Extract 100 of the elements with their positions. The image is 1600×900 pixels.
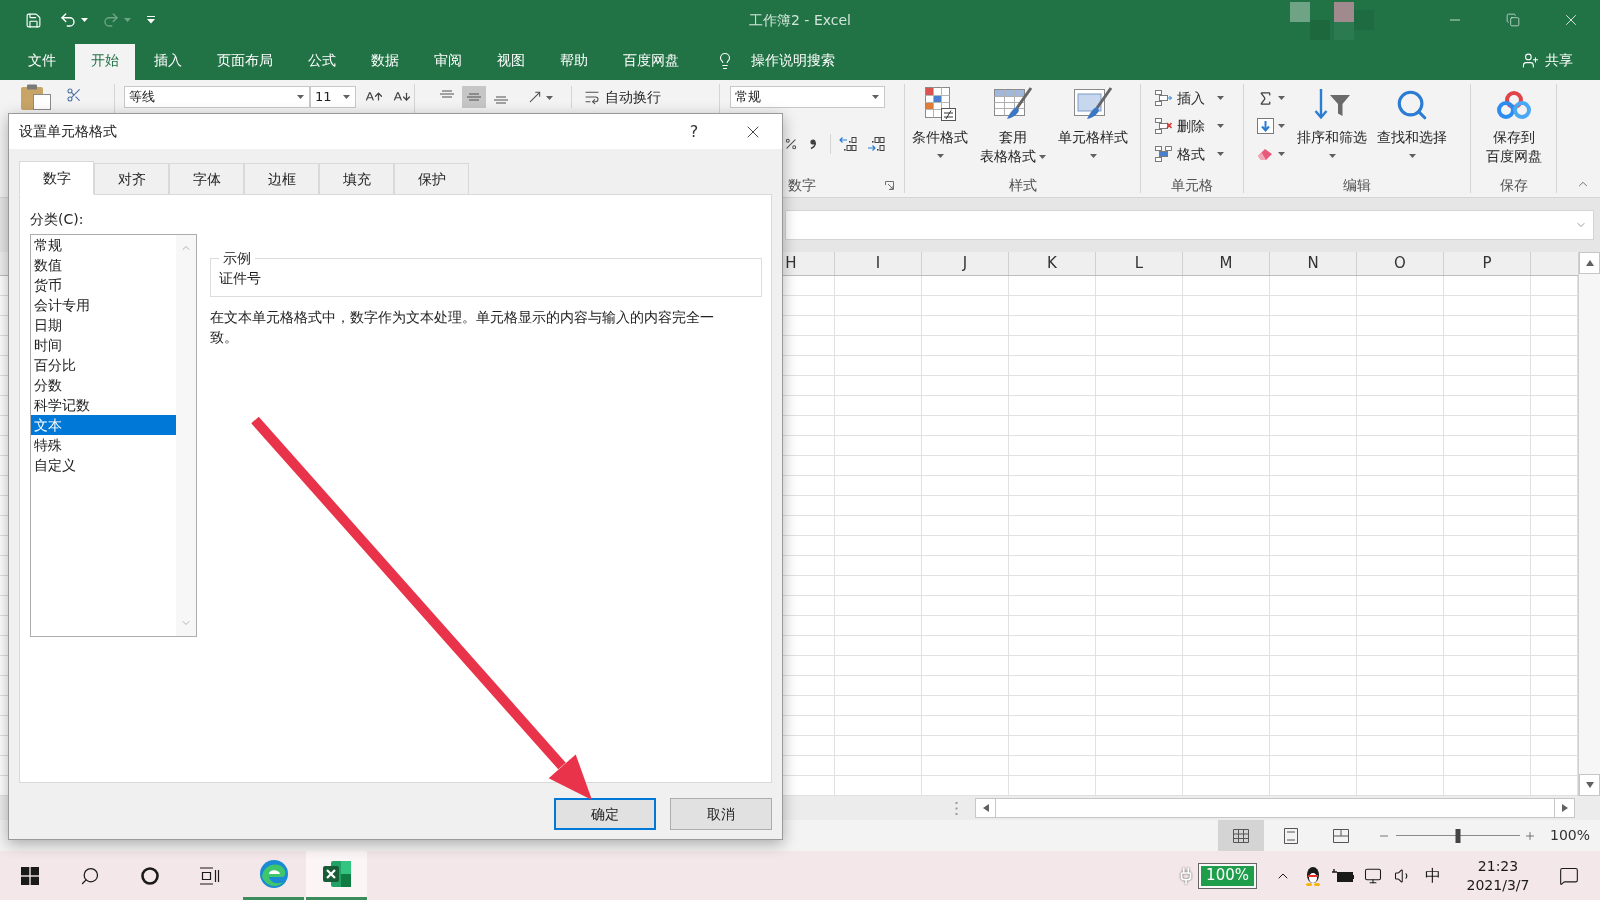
category-item[interactable]: 文本 xyxy=(31,415,176,435)
cells-button[interactable]: 插入 xyxy=(1155,84,1224,112)
caret-icon xyxy=(1217,124,1224,128)
column-header[interactable]: N xyxy=(1270,252,1357,275)
category-item[interactable]: 自定义 xyxy=(31,455,176,475)
category-item[interactable]: 会计专用 xyxy=(31,295,176,315)
notification-icon[interactable] xyxy=(1559,865,1579,886)
monitor-icon[interactable] xyxy=(1364,866,1382,885)
column-header[interactable]: P xyxy=(1444,252,1531,275)
vertical-scrollbar[interactable] xyxy=(1578,252,1600,796)
cells-button[interactable]: 格式 xyxy=(1155,140,1224,168)
table-format-button[interactable]: 套用 表格格式 xyxy=(975,80,1051,166)
search-icon[interactable] xyxy=(80,865,100,886)
comma-icon[interactable] xyxy=(810,139,816,149)
number-format-dropdown[interactable]: 常规 xyxy=(730,86,885,108)
penguin-icon[interactable] xyxy=(1305,865,1321,886)
help-button[interactable]: ? xyxy=(674,114,714,149)
diagonal-arrow-icon[interactable] xyxy=(527,89,543,105)
category-list[interactable]: 常规 数值 货币 会计专用 日期 时间 百分比 分数 科学记数 文本 特殊 自定义 xyxy=(30,234,197,637)
ribbon-tab[interactable]: 页面布局 xyxy=(201,44,289,80)
share-button[interactable]: 共享 xyxy=(1522,40,1573,80)
clipboard-icon[interactable] xyxy=(20,84,52,110)
undo-icon[interactable] xyxy=(59,11,77,29)
restore-icon[interactable] xyxy=(1506,13,1520,27)
scroll-up-button[interactable] xyxy=(1579,252,1600,274)
dialog-title: 设置单元格格式 xyxy=(19,122,117,141)
dialog-tab[interactable]: 填充 xyxy=(319,163,394,194)
ribbon-tab[interactable]: 数据 xyxy=(355,44,415,80)
splitter-dots-icon[interactable] xyxy=(955,801,958,815)
sort-filter-button[interactable]: 排序和筛选 xyxy=(1292,80,1372,158)
clock-date[interactable]: 2021/3/7 xyxy=(1466,875,1530,895)
zoom-slider-thumb[interactable] xyxy=(1455,828,1461,843)
zoom-percentage[interactable]: 100% xyxy=(1549,825,1590,846)
column-header[interactable]: O xyxy=(1357,252,1444,275)
cell-styles-button[interactable]: 单元格样式 xyxy=(1053,80,1133,158)
category-item[interactable]: 日期 xyxy=(31,315,176,335)
customize-toolbar-icon[interactable] xyxy=(147,16,155,24)
task-view-icon[interactable] xyxy=(200,866,220,885)
find-select-button[interactable]: 查找和选择 xyxy=(1372,80,1452,158)
dialog-tab[interactable]: 数字 xyxy=(19,161,94,195)
ribbon-tab[interactable]: 视图 xyxy=(481,44,541,80)
horizontal-scrollbar[interactable] xyxy=(975,798,1575,818)
ribbon-tab[interactable]: 审阅 xyxy=(418,44,478,80)
category-item[interactable]: 时间 xyxy=(31,335,176,355)
ribbon-tab[interactable]: 百度网盘 xyxy=(607,44,695,80)
dialog-button[interactable]: 取消 xyxy=(670,798,772,830)
category-item[interactable]: 百分比 xyxy=(31,355,176,375)
column-header[interactable]: I xyxy=(835,252,922,275)
font-size-dropdown[interactable]: 11 xyxy=(310,86,356,108)
eraser-icon[interactable] xyxy=(1257,147,1274,161)
category-item[interactable]: 货币 xyxy=(31,275,176,295)
dialog-tab[interactable]: 对齐 xyxy=(94,163,169,194)
dialog-tab[interactable]: 保护 xyxy=(394,163,469,194)
ribbon-tab[interactable]: 帮助 xyxy=(544,44,604,80)
conditional-format-button[interactable]: 条件格式 xyxy=(907,80,973,158)
person-plus-icon xyxy=(1522,52,1539,69)
category-item[interactable]: 特殊 xyxy=(31,435,176,455)
category-item[interactable]: 科学记数 xyxy=(31,395,176,415)
windows-icon[interactable] xyxy=(21,866,39,885)
column-header[interactable]: M xyxy=(1183,252,1270,275)
input-method-indicator[interactable]: 中 xyxy=(1418,863,1448,888)
category-item[interactable]: 数值 xyxy=(31,255,176,275)
window-title: 工作簿2 - Excel xyxy=(749,10,851,30)
ring-icon[interactable] xyxy=(141,866,159,885)
dots-arrow-icon[interactable] xyxy=(867,136,885,152)
dialog-launcher-icon[interactable] xyxy=(885,181,894,190)
ribbon-tab[interactable]: 文件 xyxy=(12,44,72,80)
fill-down-icon[interactable] xyxy=(1257,118,1274,134)
column-header[interactable]: J xyxy=(922,252,1009,275)
dialog-tab[interactable]: 边框 xyxy=(244,163,319,194)
save-icon[interactable] xyxy=(25,11,42,29)
ribbon-tab[interactable]: 公式 xyxy=(292,44,352,80)
ribbon-tab[interactable]: 开始 xyxy=(75,44,135,80)
view-button[interactable] xyxy=(1217,820,1264,851)
ribbon-tab[interactable]: 插入 xyxy=(138,44,198,80)
arrow-funnel-icon xyxy=(1312,86,1352,122)
caret-icon xyxy=(343,95,350,99)
cells-button[interactable]: 删除 xyxy=(1155,112,1224,140)
taskbar-app-button[interactable] xyxy=(306,851,367,900)
percent-icon[interactable] xyxy=(784,137,798,151)
column-header[interactable]: K xyxy=(1009,252,1096,275)
zoom-slider[interactable] xyxy=(1395,828,1520,843)
arrow-dots-icon[interactable] xyxy=(839,136,857,152)
column-header[interactable]: L xyxy=(1096,252,1183,275)
font-name-dropdown[interactable]: 等线 xyxy=(124,86,310,108)
battery-percentage[interactable]: 100% xyxy=(1199,863,1256,888)
formula-bar-field[interactable] xyxy=(785,210,1594,240)
battery-icon[interactable] xyxy=(1332,868,1354,883)
save-to-cloud-button[interactable]: 保存到 百度网盘 xyxy=(1480,80,1547,166)
category-item[interactable]: 分数 xyxy=(31,375,176,395)
wrap-text-button[interactable]: 自动换行 xyxy=(584,86,661,108)
category-item[interactable]: 常规 xyxy=(31,235,176,255)
dialog-tab[interactable]: 字体 xyxy=(169,163,244,194)
caret-icon xyxy=(546,96,553,100)
scroll-down-button[interactable] xyxy=(1579,774,1600,796)
scissors-icon[interactable] xyxy=(66,87,82,103)
delete-cells-icon xyxy=(1155,118,1172,134)
dialog-button[interactable]: 确定 xyxy=(554,798,656,830)
clock-time[interactable]: 21:23 xyxy=(1477,856,1519,876)
tell-me-search-button[interactable]: 操作说明搜索 xyxy=(716,40,835,80)
